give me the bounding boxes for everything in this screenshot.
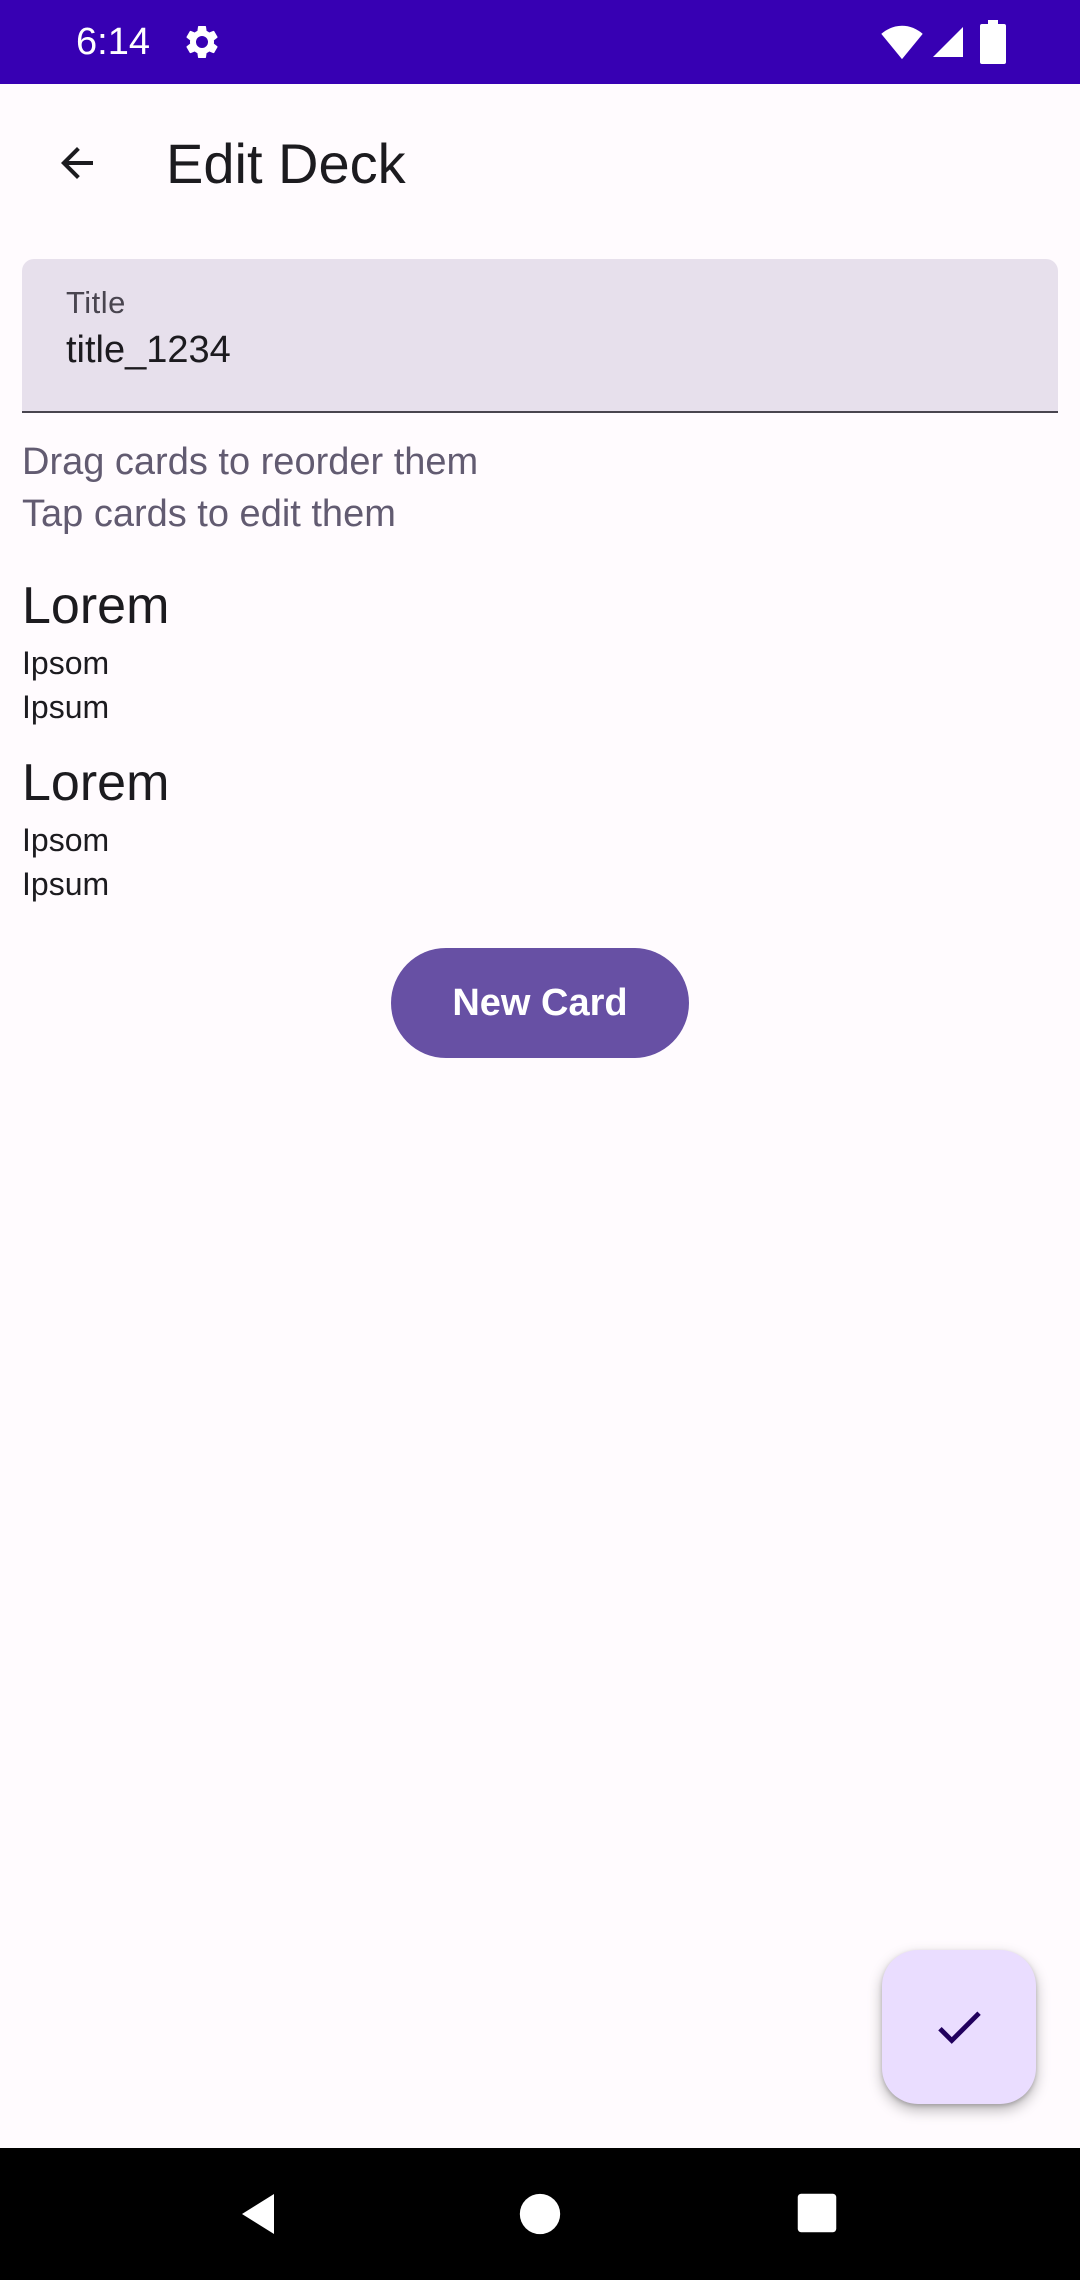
hint-drag: Drag cards to reorder them [22, 441, 479, 483]
arrow-back-icon [61, 147, 93, 179]
page-title: Edit Deck [166, 132, 406, 195]
card-front-text: Ipsom [22, 645, 110, 681]
title-field[interactable]: Title [22, 259, 1058, 413]
status-time: 6:14 [76, 21, 150, 63]
card-front-text: Ipsom [22, 822, 110, 858]
card-list-item[interactable]: Lorem Ipsom Ipsum [22, 576, 1058, 736]
nav-back-icon[interactable] [234, 2190, 282, 2238]
back-button[interactable] [36, 122, 118, 204]
nav-home-icon[interactable] [518, 2192, 562, 2236]
card-back-text: Ipsum [22, 689, 110, 725]
save-fab[interactable] [882, 1950, 1036, 2104]
card-title: Lorem [22, 754, 170, 812]
hint-tap: Tap cards to edit them [22, 493, 396, 535]
card-title: Lorem [22, 577, 170, 635]
card-back-text: Ipsum [22, 866, 110, 902]
wifi-icon [881, 25, 923, 60]
new-card-button[interactable]: New Card [391, 948, 689, 1058]
title-field-label: Title [66, 285, 126, 320]
check-icon [938, 2011, 981, 2044]
top-app-bar: Edit Deck [0, 84, 1080, 240]
battery-icon [980, 20, 1006, 64]
edit-deck-screen: 6:14 Edit Deck Title Drag cards to reord… [0, 0, 1080, 2280]
status-bar: 6:14 [0, 0, 1080, 84]
title-input[interactable] [66, 329, 1006, 372]
gear-icon [186, 25, 218, 58]
system-navigation-bar [0, 2148, 1080, 2280]
card-list-item[interactable]: Lorem Ipsom Ipsum [22, 753, 1058, 913]
nav-recents-icon[interactable] [796, 2192, 838, 2234]
signal-icon [933, 27, 963, 57]
